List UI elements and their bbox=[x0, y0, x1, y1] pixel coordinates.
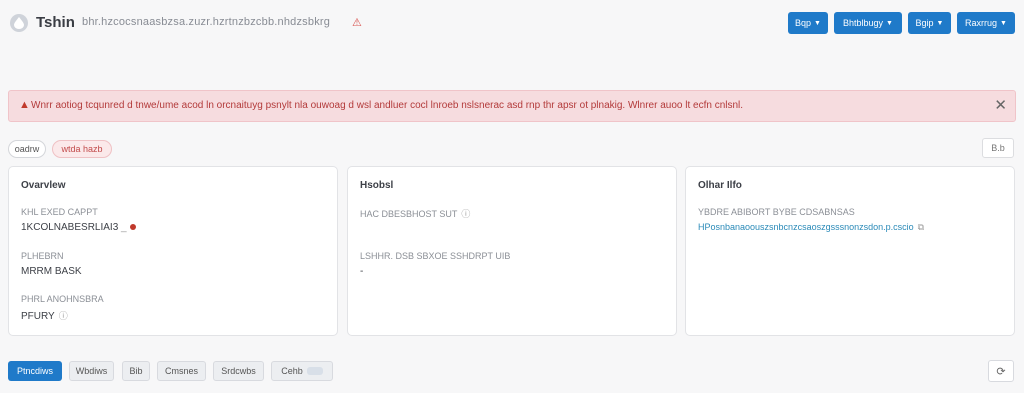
tab-4[interactable]: Cmsnes bbox=[157, 361, 206, 381]
field-label-text: HAC DBESBHOST SUT bbox=[360, 209, 458, 219]
tab-3[interactable]: Bib bbox=[122, 361, 150, 381]
field-value-text: 1KCOLNABESRLIAI3 bbox=[21, 222, 119, 233]
chevron-down-icon: ▼ bbox=[1000, 19, 1007, 27]
field-label: LSHHR. DSB SBXOE SSHDRPT UIB bbox=[360, 251, 511, 261]
info-icon[interactable]: ⓘ bbox=[59, 309, 68, 322]
tab-1[interactable]: Ptncdiws bbox=[8, 361, 62, 381]
field-value: - bbox=[360, 266, 364, 277]
field-link[interactable]: HPosnbanaoouszsnbcnzcsaoszgsssnonzsdon.p… bbox=[698, 222, 914, 232]
chevron-down-icon: ▼ bbox=[886, 19, 893, 27]
header-button-3[interactable]: Bgip ▼ bbox=[908, 12, 951, 34]
card-title: Hsobsl bbox=[360, 180, 394, 191]
overview-card: Ovarvlew KHL EXED CAPPT 1KCOLNABESRLIAI3… bbox=[8, 166, 338, 336]
warning-triangle-icon: ⚠ bbox=[352, 17, 362, 29]
status-dot-icon bbox=[129, 224, 136, 231]
warning-triangle-icon: ▲ bbox=[19, 99, 30, 111]
hosted-card: Hsobsl HAC DBESBHOST SUT ⓘ LSHHR. DSB SBX… bbox=[347, 166, 677, 336]
tab-5[interactable]: Srdcwbs bbox=[213, 361, 264, 381]
field-label: YBDRE ABIBORT BYBE CDSABNSAS bbox=[698, 207, 855, 217]
header-button-2-label: Bhtblbugy bbox=[843, 18, 884, 28]
header-button-3-label: Bgip bbox=[915, 18, 934, 28]
count-badge bbox=[306, 367, 323, 375]
field-label: KHL EXED CAPPT bbox=[21, 207, 98, 217]
field-label: PHRL ANOHNSBRA bbox=[21, 294, 104, 304]
header-button-2[interactable]: Bhtblbugy ▼ bbox=[834, 12, 902, 34]
card-title: Olhar Ilfo bbox=[698, 180, 742, 191]
alert-text: Wnrr aotiog tcqunred d tnwe/ume acod ln … bbox=[31, 100, 744, 111]
app-title: Tshin bbox=[36, 14, 75, 31]
card-title: Ovarvlew bbox=[21, 180, 66, 191]
tab-2[interactable]: Wbdiws bbox=[69, 361, 114, 381]
field-value: MRRM BASK bbox=[21, 266, 82, 277]
chevron-down-icon: ▼ bbox=[936, 19, 944, 27]
field-value-text: PFURY bbox=[21, 311, 55, 322]
logo-icon bbox=[10, 14, 28, 32]
menu-button[interactable]: B.b bbox=[982, 138, 1014, 158]
status-pill[interactable]: oadrw bbox=[8, 140, 46, 158]
refresh-icon[interactable]: ⟳ bbox=[988, 360, 1014, 382]
alert-banner: ▲ Wnrr aotiog tcqunred d tnwe/ume acod l… bbox=[8, 90, 1016, 122]
field-value: PFURY ⓘ bbox=[21, 309, 68, 322]
field-label: HAC DBESBHOST SUT ⓘ bbox=[360, 207, 470, 220]
header-button-1-label: Bqp bbox=[795, 18, 812, 28]
tab-6-label: Cehb bbox=[281, 366, 303, 376]
info-icon[interactable]: ⓘ bbox=[461, 207, 470, 220]
field-value: 1KCOLNABESRLIAI3 _ bbox=[21, 222, 136, 233]
chevron-down-icon: ▼ bbox=[814, 19, 821, 27]
header: Tshin bhr.hzcocsnaasbzsa.zuzr.hzrtnzbzcb… bbox=[0, 0, 1024, 48]
header-subtitle: bhr.hzcocsnaasbzsa.zuzr.hzrtnzbzcbb.nhdz… bbox=[82, 16, 331, 28]
other-info-card: Olhar Ilfo YBDRE ABIBORT BYBE CDSABNSAS … bbox=[685, 166, 1015, 336]
field-label: PLHEBRN bbox=[21, 251, 64, 261]
error-pill[interactable]: wtda hazb bbox=[52, 140, 112, 158]
close-icon[interactable]: ✕ bbox=[994, 96, 1007, 114]
header-button-4[interactable]: Raxrrug ▼ bbox=[957, 12, 1015, 34]
copy-icon[interactable]: ⧉ bbox=[918, 222, 924, 233]
header-button-4-label: Raxrrug bbox=[965, 18, 998, 28]
field-value: HPosnbanaoouszsnbcnzcsaoszgsssnonzsdon.p… bbox=[698, 222, 924, 233]
header-button-1[interactable]: Bqp ▼ bbox=[788, 12, 828, 34]
tab-6[interactable]: Cehb bbox=[271, 361, 333, 381]
